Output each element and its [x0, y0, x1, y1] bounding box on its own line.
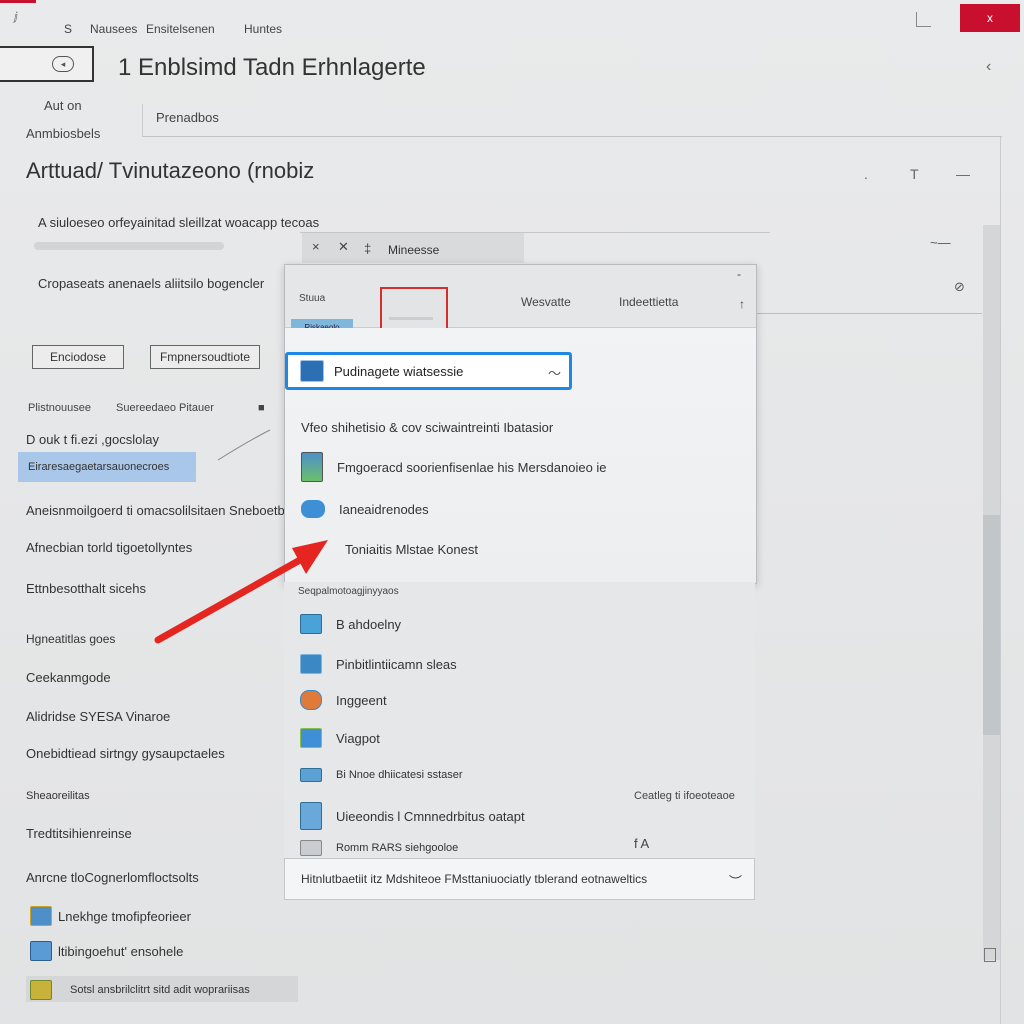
arrow-shaft: [154, 556, 304, 644]
red-arrow-annotation: [154, 429, 328, 644]
arrow-head: [292, 540, 328, 574]
app-window: ⅉ S Nausees Ensitelsenen Huntes x ◂ 1 En…: [0, 0, 1024, 1024]
connector-line: [217, 429, 271, 461]
